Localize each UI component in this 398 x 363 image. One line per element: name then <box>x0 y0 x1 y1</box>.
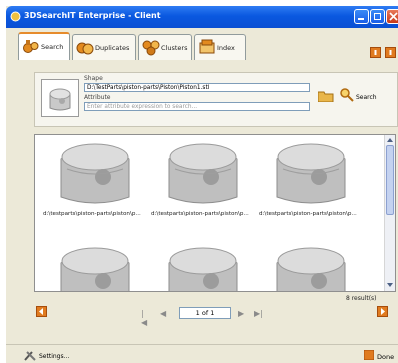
results-scrollbar[interactable] <box>384 135 395 291</box>
tab-clusters-label: Clusters <box>161 44 188 52</box>
tools-icon <box>24 351 36 361</box>
done-button[interactable]: Done <box>363 349 394 362</box>
status-bar: Settings... Done <box>6 344 398 363</box>
result-caption: d:\testparts\piston-parts\piston\p... <box>43 211 141 217</box>
help-icon <box>389 50 392 55</box>
tab-index-label: Index <box>217 44 235 52</box>
attribute-input[interactable]: Enter attribute expression to search... <box>84 102 310 111</box>
piston-image <box>276 143 346 204</box>
maximize-icon <box>374 13 381 20</box>
piston-image <box>60 143 130 204</box>
piston-thumbnail-icon <box>49 88 71 111</box>
tab-index[interactable]: Index <box>194 34 246 60</box>
piston-image <box>168 247 238 291</box>
tab-search[interactable]: Search <box>18 32 70 60</box>
piston-image <box>276 247 346 291</box>
arrow-left-icon <box>39 308 43 315</box>
tab-duplicates[interactable]: Duplicates <box>72 34 136 60</box>
app-icon <box>10 11 21 22</box>
shape-path-field[interactable]: D:\TestParts\piston-parts\Piston\Piston1… <box>84 83 310 92</box>
scroll-down-icon[interactable] <box>386 281 394 289</box>
settings-label: Settings... <box>39 353 70 360</box>
search-button[interactable]: Search <box>340 88 390 106</box>
duplicates-icon <box>76 42 94 55</box>
results-grid: d:\testparts\piston-parts\piston\p... d:… <box>34 134 396 292</box>
next-set-button[interactable] <box>377 306 388 317</box>
tab-clusters[interactable]: Clusters <box>138 34 192 60</box>
prev-set-button[interactable] <box>36 306 47 317</box>
minimize-button[interactable] <box>354 9 369 24</box>
attribute-label: Attribute <box>84 94 111 101</box>
help-button[interactable] <box>385 47 396 58</box>
magnifier-icon <box>340 88 354 102</box>
prev-page-icon[interactable]: ◀ <box>160 309 166 318</box>
clusters-icon <box>142 40 160 56</box>
result-caption: d:\testparts\piston-parts\piston\p... <box>259 211 357 217</box>
search-panel: Shape D:\TestParts\piston-parts\Piston\P… <box>34 72 398 127</box>
info-button[interactable] <box>370 47 381 58</box>
arrow-right-icon <box>381 308 385 315</box>
done-icon <box>363 349 375 361</box>
result-caption: d:\testparts\piston-parts\piston\p... <box>151 211 249 217</box>
shape-label: Shape <box>84 75 103 82</box>
app-window: 3DSearchIT Enterprise - Client Search Du… <box>6 6 398 363</box>
close-button[interactable] <box>386 9 398 24</box>
binoculars-icon <box>23 40 39 53</box>
next-page-icon[interactable]: ▶ <box>238 309 244 318</box>
maximize-button[interactable] <box>370 9 385 24</box>
tab-search-label: Search <box>41 43 64 51</box>
info-icon <box>374 50 377 55</box>
piston-image <box>60 247 130 291</box>
window-title: 3DSearchIT Enterprise - Client <box>24 11 161 20</box>
page-indicator[interactable]: 1 of 1 <box>179 307 231 319</box>
piston-image <box>168 143 238 204</box>
folder-icon[interactable] <box>318 90 334 102</box>
first-page-icon[interactable]: |◀ <box>141 309 147 327</box>
close-icon <box>389 12 398 21</box>
settings-button[interactable]: Settings... <box>24 350 69 363</box>
tab-duplicates-label: Duplicates <box>95 44 130 52</box>
results-count: 8 result(s) <box>346 295 377 302</box>
done-label: Done <box>377 353 395 361</box>
scroll-thumb[interactable] <box>386 145 394 215</box>
search-button-label: Search <box>356 94 377 101</box>
query-shape-thumbnail[interactable] <box>41 79 79 117</box>
index-icon <box>199 39 215 54</box>
minimize-icon <box>358 18 364 20</box>
scroll-up-icon[interactable] <box>386 136 394 144</box>
last-page-icon[interactable]: ▶| <box>254 309 263 318</box>
title-bar: 3DSearchIT Enterprise - Client <box>6 6 398 28</box>
